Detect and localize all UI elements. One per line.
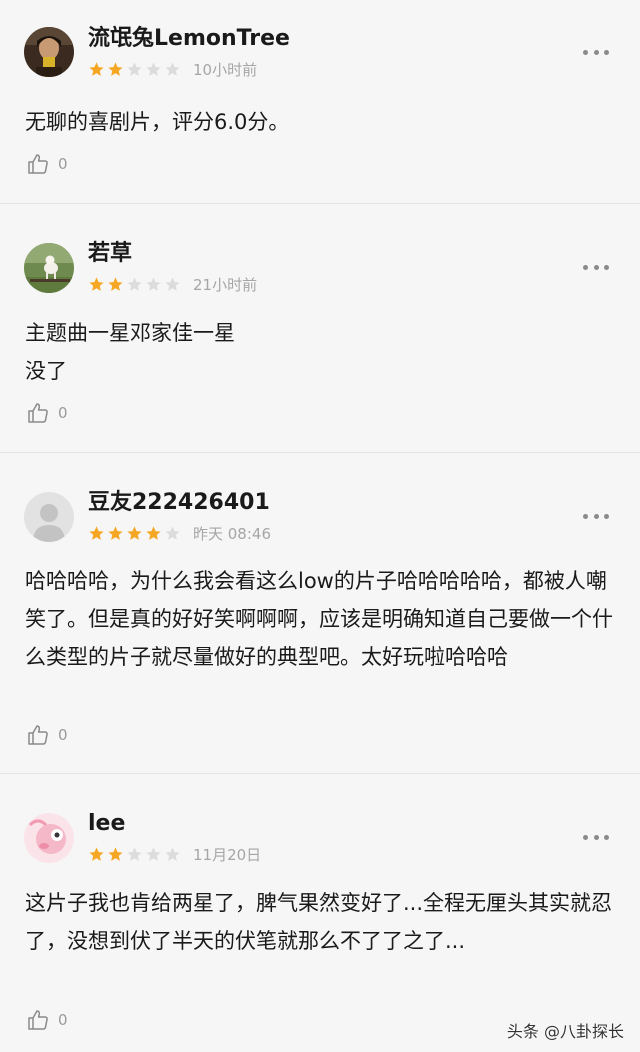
- star-empty-icon: [127, 277, 142, 291]
- review-item: 若草 21小时前 主题曲一星邓家佳一星 没了 0: [0, 203, 640, 453]
- username[interactable]: 流氓兔LemonTree: [88, 24, 290, 54]
- user-photo-icon: [24, 27, 74, 77]
- star-filled-icon: [146, 526, 161, 540]
- like-button[interactable]: 0: [26, 152, 68, 176]
- star-filled-icon: [108, 847, 123, 861]
- review-item: lee 11月20日 这片子我也肯给两星了，脾气果然变好了...全程无厘头其实就…: [0, 773, 640, 1052]
- more-icon: [583, 834, 588, 840]
- timestamp: 11月20日: [193, 846, 262, 864]
- like-count: 0: [58, 404, 68, 422]
- more-icon: [583, 264, 588, 270]
- more-icon: [583, 49, 588, 55]
- star-empty-icon: [165, 847, 180, 861]
- thumbs-up-icon: [28, 403, 48, 423]
- more-options-button[interactable]: [583, 833, 609, 841]
- like-count: 0: [58, 726, 68, 744]
- timestamp: 10小时前: [193, 61, 258, 79]
- dog-photo-icon: [24, 243, 74, 293]
- more-options-button[interactable]: [583, 48, 609, 56]
- more-options-button[interactable]: [583, 512, 609, 520]
- star-rating: [88, 846, 181, 864]
- star-rating: [88, 525, 181, 543]
- pink-cartoon-avatar-icon: [24, 813, 74, 863]
- more-options-button[interactable]: [583, 263, 609, 271]
- username[interactable]: 豆友222426401: [88, 488, 270, 518]
- star-empty-icon: [165, 277, 180, 291]
- avatar[interactable]: [24, 27, 74, 77]
- like-count: 0: [58, 155, 68, 173]
- star-filled-icon: [127, 526, 142, 540]
- thumbs-up-icon: [28, 725, 48, 745]
- avatar[interactable]: [24, 813, 74, 863]
- star-rating: [88, 276, 181, 294]
- like-count: 0: [58, 1011, 68, 1029]
- like-button[interactable]: 0: [26, 723, 68, 747]
- star-empty-icon: [146, 277, 161, 291]
- star-filled-icon: [108, 526, 123, 540]
- avatar[interactable]: [24, 243, 74, 293]
- star-filled-icon: [108, 62, 123, 76]
- review-text: 哈哈哈哈，为什么我会看这么low的片子哈哈哈哈哈，都被人嘲笑了。但是真的好好笑啊…: [25, 569, 613, 669]
- thumbs-up-icon: [28, 1010, 48, 1030]
- star-empty-icon: [127, 847, 142, 861]
- watermark: 头条 @八卦探长: [506, 1022, 624, 1041]
- review-item: 流氓兔LemonTree 10小时前 无聊的喜剧片，评分6.0分。 0: [0, 0, 640, 204]
- star-empty-icon: [165, 526, 180, 540]
- star-empty-icon: [146, 62, 161, 76]
- star-empty-icon: [127, 62, 142, 76]
- review-text: 无聊的喜剧片，评分6.0分。: [25, 110, 290, 134]
- thumbs-up-icon: [28, 154, 48, 174]
- star-filled-icon: [108, 277, 123, 291]
- star-filled-icon: [89, 526, 104, 540]
- default-avatar-icon: [24, 492, 74, 542]
- star-empty-icon: [165, 62, 180, 76]
- star-filled-icon: [89, 62, 104, 76]
- timestamp: 21小时前: [193, 276, 258, 294]
- timestamp: 昨天 08:46: [193, 525, 271, 543]
- review-item: 豆友222426401 昨天 08:46 哈哈哈哈，为什么我会看这么low的片子…: [0, 452, 640, 774]
- review-text: 这片子我也肯给两星了，脾气果然变好了...全程无厘头其实就忍了，没想到伏了半天的…: [25, 891, 613, 953]
- star-rating: [88, 61, 181, 79]
- like-button[interactable]: 0: [26, 401, 68, 425]
- star-filled-icon: [89, 277, 104, 291]
- username[interactable]: 若草: [88, 239, 132, 269]
- like-button[interactable]: 0: [26, 1008, 68, 1032]
- star-filled-icon: [89, 847, 104, 861]
- more-icon: [583, 513, 588, 519]
- review-text: 主题曲一星邓家佳一星 没了: [25, 321, 235, 383]
- avatar[interactable]: [24, 492, 74, 542]
- username[interactable]: lee: [88, 809, 125, 839]
- star-empty-icon: [146, 847, 161, 861]
